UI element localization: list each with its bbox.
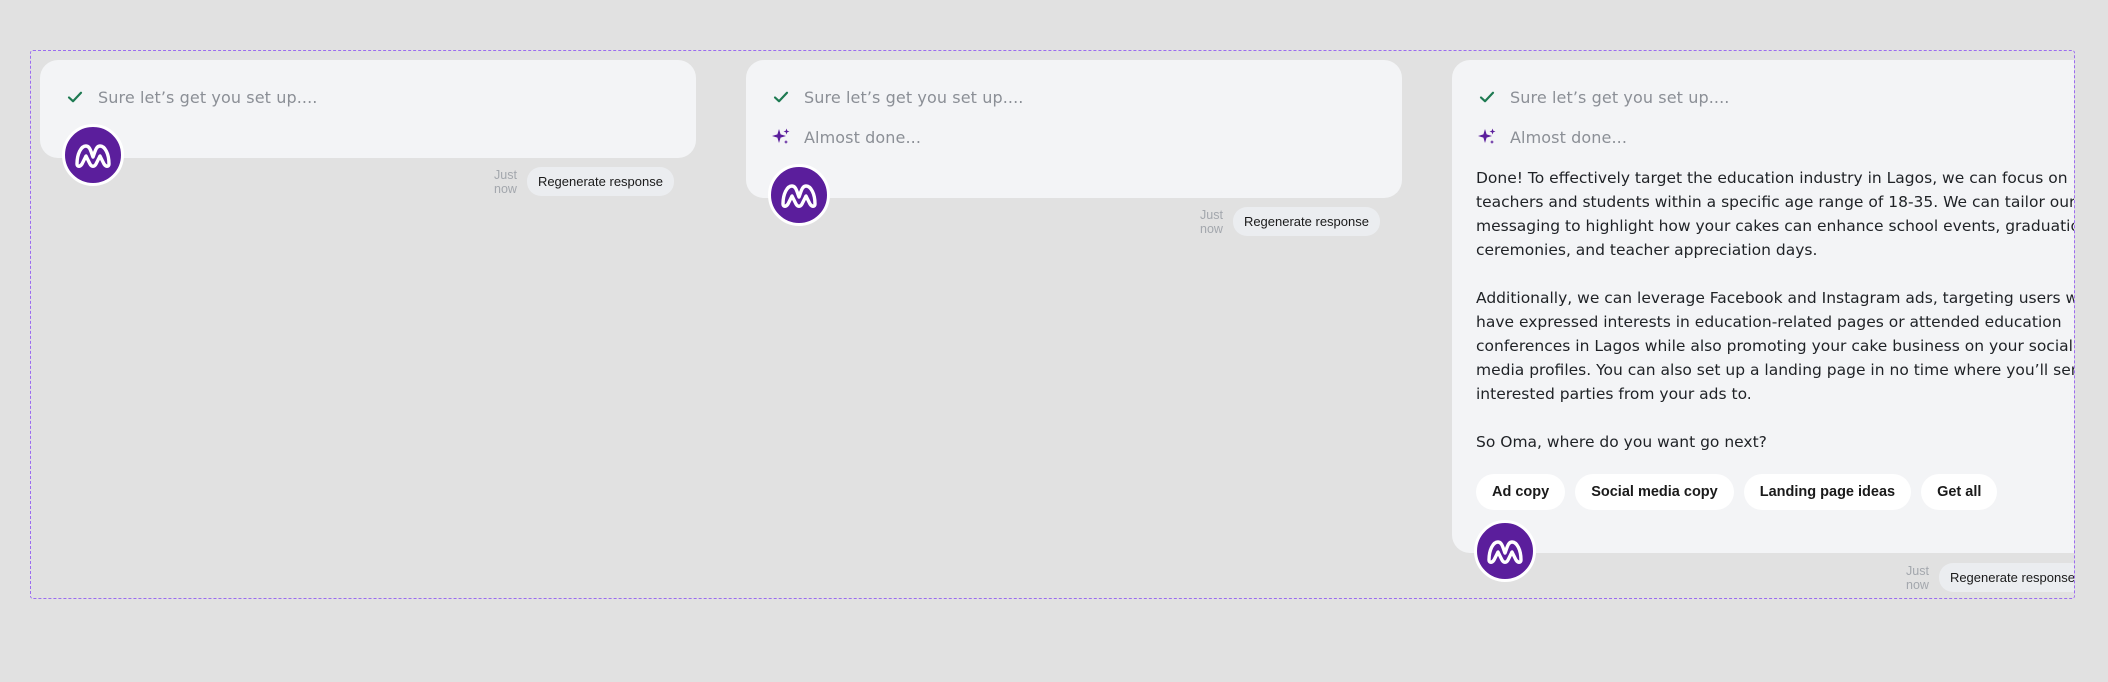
check-icon — [770, 86, 792, 108]
sparkle-icon — [1476, 126, 1498, 148]
suggestion-chips: Ad copy Social media copy Landing page i… — [1476, 474, 2074, 510]
status-row-almost: Almost done... — [1476, 126, 2074, 148]
regenerate-response-button[interactable]: Regenerate response — [1938, 563, 2074, 592]
message-meta: Just now Regenerate response — [1906, 563, 2074, 592]
status-row-almost: Almost done... — [770, 126, 1378, 148]
status-row-setup: Sure let’s get you set up.... — [770, 86, 1378, 108]
chip-get-all[interactable]: Get all — [1921, 474, 1998, 510]
brand-logo-icon — [75, 144, 111, 168]
assistant-avatar — [1474, 520, 1536, 582]
chip-ad-copy[interactable]: Ad copy — [1476, 474, 1566, 510]
status-text: Sure let’s get you set up.... — [804, 87, 1024, 107]
regenerate-response-button[interactable]: Regenerate response — [526, 167, 674, 196]
check-icon — [1476, 86, 1498, 108]
message-meta: Just now Regenerate response — [1200, 207, 1380, 236]
status-text: Sure let’s get you set up.... — [98, 87, 318, 107]
response-question: So Oma, where do you want go next? — [1476, 433, 1767, 451]
sparkle-icon — [770, 126, 792, 148]
response-paragraph-1: Done! To effectively target the educatio… — [1476, 169, 2075, 259]
assistant-message-card: Sure let’s get you set up.... Almost don… — [1452, 60, 2075, 553]
timestamp: Just now — [494, 167, 517, 196]
assistant-avatar — [62, 124, 124, 186]
brand-logo-icon — [1487, 540, 1523, 564]
variants-frame: Sure let’s get you set up.... Just now R… — [30, 50, 2075, 599]
chip-social-media-copy[interactable]: Social media copy — [1575, 474, 1734, 510]
brand-logo-icon — [781, 184, 817, 208]
message-meta: Just now Regenerate response — [494, 167, 674, 196]
timestamp: Just now — [1906, 563, 1929, 592]
assistant-message-card: Sure let’s get you set up.... — [40, 60, 696, 158]
check-icon — [64, 86, 86, 108]
status-text: Sure let’s get you set up.... — [1510, 87, 1730, 107]
timestamp: Just now — [1200, 207, 1223, 236]
status-row-setup: Sure let’s get you set up.... — [64, 86, 672, 108]
chip-landing-page-ideas[interactable]: Landing page ideas — [1743, 474, 1912, 510]
assistant-avatar — [768, 164, 830, 226]
response-paragraph-2: Additionally, we can leverage Facebook a… — [1476, 289, 2075, 403]
status-row-setup: Sure let’s get you set up.... — [1476, 86, 2074, 108]
status-text: Almost done... — [804, 127, 922, 147]
status-text: Almost done... — [1510, 127, 1628, 147]
regenerate-response-button[interactable]: Regenerate response — [1232, 207, 1380, 236]
assistant-message-card: Sure let’s get you set up.... Almost don… — [746, 60, 1402, 198]
